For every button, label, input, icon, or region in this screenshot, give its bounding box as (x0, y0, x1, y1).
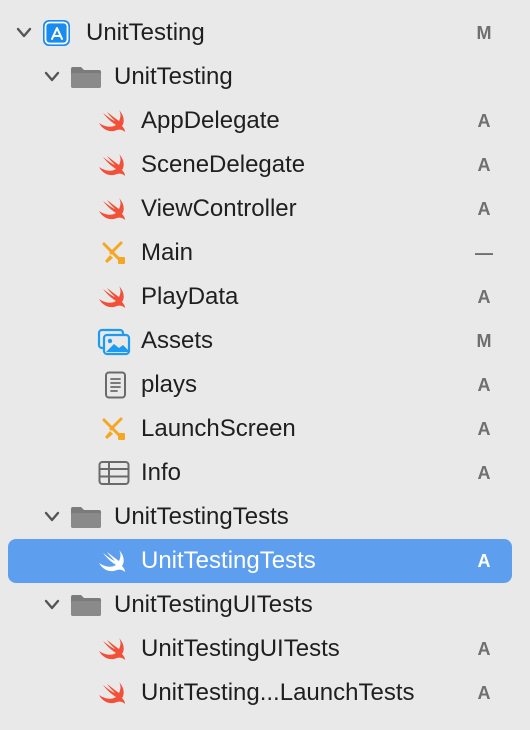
status-badge: M (476, 331, 492, 351)
project-label: UnitTesting (86, 19, 205, 46)
status-badge: A (477, 639, 491, 659)
app-project-icon (42, 19, 72, 46)
file-row-main[interactable]: Main — (0, 231, 530, 275)
file-label: SceneDelegate (141, 151, 306, 178)
folder-icon (70, 64, 101, 90)
swift-icon (98, 680, 128, 706)
status-badge: A (477, 199, 491, 219)
status-badge: A (477, 683, 491, 703)
chevron-down-icon[interactable] (42, 594, 62, 616)
chevron-down-icon[interactable] (42, 66, 62, 88)
folder-icon (70, 504, 101, 530)
file-label: Assets (141, 327, 214, 354)
plist-table-icon (98, 460, 130, 486)
file-label: Info (141, 459, 182, 486)
folder-row-unittestinguitests[interactable]: UnitTestingUITests (0, 583, 530, 627)
file-row-scenedelegate[interactable]: SceneDelegate A (0, 143, 530, 187)
swift-icon (98, 108, 128, 134)
file-label: LaunchScreen (141, 415, 296, 442)
document-icon (104, 371, 134, 399)
swift-icon (98, 636, 128, 662)
file-row-unittestinguitests[interactable]: UnitTestingUITests A (0, 627, 530, 671)
file-label: Main (141, 239, 194, 266)
asset-catalog-icon (97, 328, 131, 356)
file-row-info[interactable]: Info A (0, 451, 530, 495)
file-label: UnitTesting...LaunchTests (141, 679, 415, 706)
status-badge: A (477, 375, 491, 395)
file-row-appdelegate[interactable]: AppDelegate A (0, 99, 530, 143)
status-badge: A (477, 463, 491, 483)
file-row-assets[interactable]: Assets M (0, 319, 530, 363)
status-badge: M (476, 23, 492, 43)
status-badge: A (477, 155, 491, 175)
file-row-viewcontroller[interactable]: ViewController A (0, 187, 530, 231)
chevron-down-icon[interactable] (42, 506, 62, 528)
project-row-unittesting[interactable]: UnitTesting M (0, 11, 530, 55)
file-label: PlayData (141, 283, 239, 310)
file-label: plays (141, 371, 198, 398)
status-badge: — (475, 243, 493, 263)
folder-icon (70, 592, 101, 618)
swift-icon (98, 152, 128, 178)
file-row-launchscreen[interactable]: LaunchScreen A (0, 407, 530, 451)
folder-label: UnitTesting (114, 63, 233, 90)
swift-icon (98, 196, 128, 222)
file-label: ViewController (141, 195, 297, 222)
storyboard-icon (100, 240, 130, 266)
folder-row-unittesting[interactable]: UnitTesting (0, 55, 530, 99)
status-badge: A (477, 287, 491, 307)
project-navigator: UnitTesting M UnitTesting AppDelegate A … (0, 11, 530, 715)
file-row-plays[interactable]: plays A (0, 363, 530, 407)
file-row-unittestinglaunchtests[interactable]: UnitTesting...LaunchTests A (0, 671, 530, 715)
swift-icon (98, 548, 128, 574)
status-badge: A (477, 111, 491, 131)
chevron-down-icon[interactable] (14, 22, 34, 44)
file-label: AppDelegate (141, 107, 280, 134)
file-label: UnitTestingUITests (141, 635, 340, 662)
file-row-playdata[interactable]: PlayData A (0, 275, 530, 319)
storyboard-icon (100, 416, 130, 442)
status-badge: A (477, 551, 491, 571)
folder-label: UnitTestingTests (114, 503, 289, 530)
file-row-unittestingtests[interactable]: UnitTestingTests A (0, 539, 530, 583)
file-label: UnitTestingTests (141, 547, 316, 574)
status-badge: A (477, 419, 491, 439)
folder-label: UnitTestingUITests (114, 591, 313, 618)
swift-icon (98, 284, 128, 310)
folder-row-unittestingtests[interactable]: UnitTestingTests (0, 495, 530, 539)
